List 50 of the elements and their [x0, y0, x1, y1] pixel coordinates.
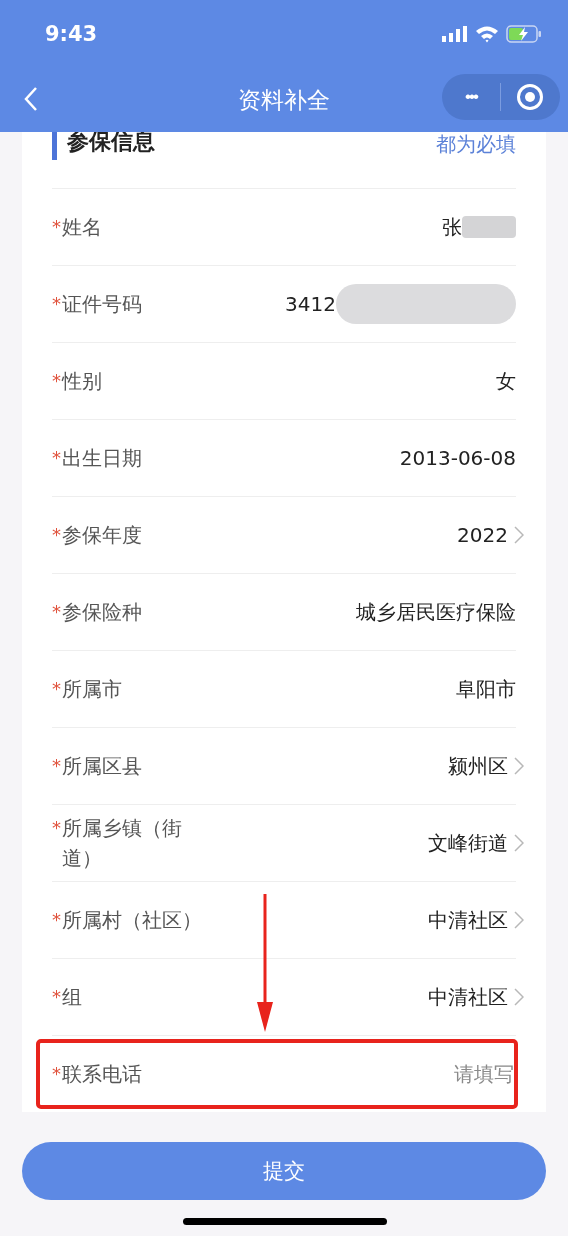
- field-value[interactable]: 2022: [457, 523, 508, 547]
- chevron-icon: [514, 987, 524, 1007]
- field-value[interactable]: 中清社区: [428, 906, 508, 934]
- chevron-icon: [514, 756, 524, 776]
- required-mark: *: [52, 600, 61, 624]
- field-value: 张: [442, 213, 462, 241]
- field-label: *姓名: [52, 212, 202, 242]
- required-mark: *: [52, 1062, 61, 1086]
- phone-field[interactable]: 请填写: [392, 1061, 516, 1087]
- field-value: 3412: [285, 292, 336, 316]
- back-icon[interactable]: [24, 86, 38, 112]
- chevron-icon: [514, 525, 524, 545]
- field-label: *出生日期: [52, 443, 202, 473]
- field-value: 女: [496, 367, 516, 395]
- field-value[interactable]: 颍州区: [448, 752, 508, 780]
- field-value: 阜阳市: [456, 675, 516, 703]
- field-value: 城乡居民医疗保险: [356, 598, 516, 626]
- field-label: *参保险种: [52, 597, 202, 627]
- section-note: 都为必填: [436, 131, 516, 158]
- field-label: *组: [52, 982, 202, 1012]
- chevron-icon: [514, 833, 524, 853]
- required-mark: *: [52, 677, 61, 701]
- field-label: *所属区县: [52, 751, 202, 781]
- field-label: *性别: [52, 366, 202, 396]
- battery-icon: [506, 25, 542, 43]
- close-icon[interactable]: [516, 83, 544, 111]
- required-mark: *: [52, 369, 61, 393]
- wifi-icon: [475, 25, 499, 43]
- field-label: *联系电话: [52, 1059, 202, 1089]
- required-mark: *: [52, 523, 61, 547]
- field-value[interactable]: 文峰街道: [428, 829, 508, 857]
- signal-icon: [442, 26, 468, 42]
- required-mark: *: [52, 908, 61, 932]
- field-label: *所属村（社区）: [52, 905, 202, 935]
- required-mark: *: [52, 985, 61, 1009]
- more-button[interactable]: •••: [442, 74, 500, 120]
- field-label: *参保年度: [52, 520, 202, 550]
- required-mark: *: [52, 446, 61, 470]
- field-value[interactable]: 中清社区: [428, 983, 508, 1011]
- page-title: 资料补全: [237, 86, 331, 115]
- required-mark: *: [52, 292, 61, 316]
- field-label: *所属乡镇（街道）: [52, 813, 202, 873]
- required-mark: *: [52, 816, 61, 840]
- chevron-icon: [514, 910, 524, 930]
- field-label: *所属市: [52, 674, 202, 704]
- field-label: *证件号码: [52, 289, 202, 319]
- required-mark: *: [52, 215, 61, 239]
- status-time: 9:43: [45, 22, 98, 46]
- required-mark: *: [52, 754, 61, 778]
- field-value: 2013-06-08: [399, 446, 516, 470]
